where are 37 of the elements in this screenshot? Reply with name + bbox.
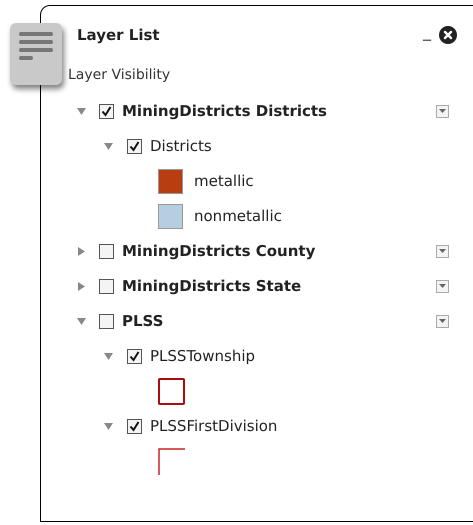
layer-checkbox[interactable] — [99, 314, 114, 328]
layer-label: MiningDistricts State — [122, 276, 302, 297]
close-button[interactable] — [439, 26, 457, 44]
expanded-arrow-icon[interactable] — [104, 422, 113, 430]
minimize-button[interactable]: _ — [423, 24, 431, 40]
layer-options-dropdown[interactable] — [436, 280, 449, 292]
caret-icon — [439, 249, 446, 253]
legend-label: nonmetallic — [194, 206, 282, 227]
layer-label: MiningDistricts County — [122, 240, 316, 262]
layer-checkbox[interactable] — [127, 418, 142, 434]
caret-icon — [439, 319, 446, 323]
layer-checkbox[interactable] — [99, 244, 114, 258]
caret-icon — [439, 109, 446, 113]
expanded-arrow-icon[interactable] — [104, 352, 113, 360]
layer-options-dropdown[interactable] — [436, 244, 449, 258]
caret-icon — [439, 284, 446, 288]
expanded-arrow-icon[interactable] — [104, 142, 113, 150]
collapsed-arrow-icon[interactable] — [77, 246, 86, 256]
expanded-arrow-icon[interactable] — [77, 106, 86, 116]
layer-label: PLSSFirstDivision — [150, 416, 278, 437]
expanded-arrow-icon[interactable] — [77, 316, 86, 326]
layer-label: Districts — [150, 136, 212, 157]
layer-label: PLSS — [122, 310, 164, 332]
layer-checkbox[interactable] — [127, 348, 142, 364]
legend-label: metallic — [194, 170, 254, 192]
section-label: Layer Visibility — [68, 66, 170, 82]
layer-checkbox[interactable] — [127, 138, 142, 154]
close-icon — [443, 30, 453, 40]
layer-options-dropdown[interactable] — [436, 314, 449, 328]
layer-options-dropdown[interactable] — [436, 104, 449, 118]
panel-title: Layer List — [77, 25, 160, 46]
layer-checkbox[interactable] — [99, 104, 114, 118]
layer-label: MiningDistricts Districts — [122, 100, 327, 122]
menu-icon[interactable] — [10, 23, 62, 85]
layer-label: PLSSTownship — [150, 346, 256, 367]
collapsed-arrow-icon[interactable] — [77, 282, 86, 290]
layer-checkbox[interactable] — [99, 278, 114, 294]
